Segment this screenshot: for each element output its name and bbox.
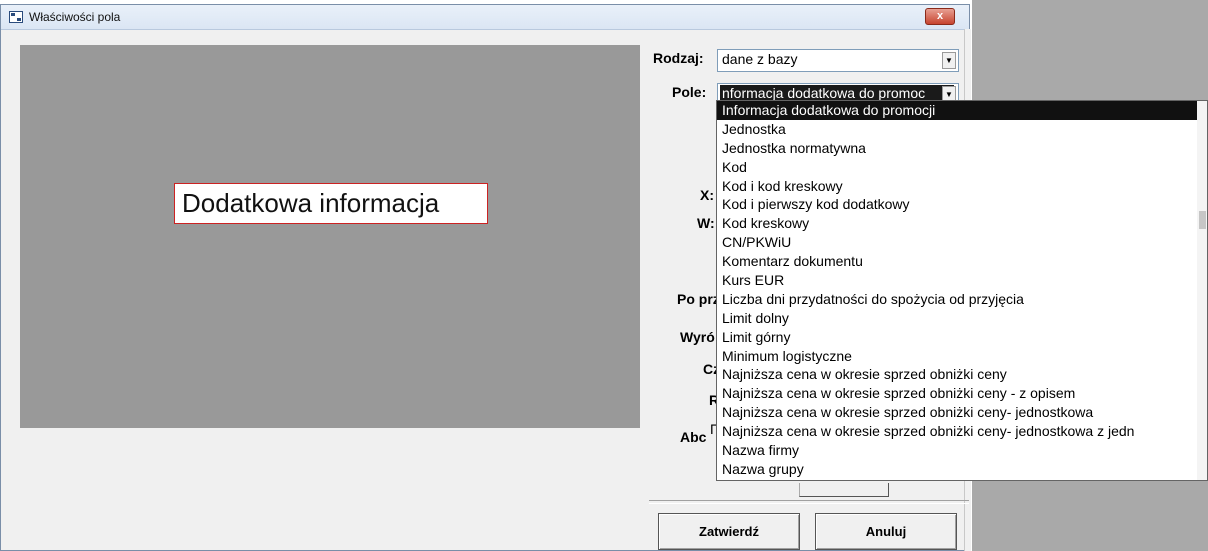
abc-label: Abc [680,429,707,445]
dropdown-item[interactable]: Minimum logistyczne [717,347,1207,366]
dropdown-item[interactable]: Kod [717,158,1207,177]
dropdown-item[interactable]: Komentarz dokumentu [717,252,1207,271]
dropdown-item[interactable]: Najniższa cena w okresie sprzed obniżki … [717,384,1207,403]
dropdown-item[interactable]: Informacja dodatkowa do promocji [717,101,1207,120]
dropdown-item[interactable]: Nazwa firmy [717,441,1207,460]
w-label: W: [697,215,715,231]
pole-dropdown-list[interactable]: Informacja dodatkowa do promocji Jednostk… [716,100,1208,481]
dropdown-item[interactable]: Kurs EUR [717,271,1207,290]
preview-field-label[interactable]: Dodatkowa informacja [174,183,488,224]
po-przydatnosci-label: Po prz [677,291,720,307]
preview-field-text: Dodatkowa informacja [182,188,440,218]
confirm-button-label: Zatwierdź [699,524,759,539]
app-icon [9,11,23,23]
close-button[interactable]: x [925,8,955,25]
x-label: X: [700,187,714,203]
confirm-button[interactable]: Zatwierdź [658,513,800,550]
scrollbar-thumb[interactable] [1199,211,1206,229]
cancel-button[interactable]: Anuluj [815,513,957,550]
rodzaj-select[interactable]: dane z bazy ▼ [717,49,959,72]
dropdown-item[interactable]: Najniższa cena w okresie sprzed obniżki … [717,365,1207,384]
dropdown-item[interactable]: CN/PKWiU [717,233,1207,252]
dropdown-items: Informacja dodatkowa do promocji Jednostk… [717,101,1207,479]
dropdown-item[interactable]: Jednostka normatywna [717,139,1207,158]
pole-label: Pole: [672,84,707,100]
dropdown-item[interactable]: Nazwa grupy [717,460,1207,479]
dropdown-item[interactable]: Kod i kod kreskowy [717,177,1207,196]
preview-canvas[interactable]: Dodatkowa informacja [20,45,640,428]
chevron-down-icon[interactable]: ▼ [942,52,956,69]
dropdown-item[interactable]: Kod i pierwszy kod dodatkowy [717,195,1207,214]
dropdown-item[interactable]: Najniższa cena w okresie sprzed obniżki … [717,422,1207,441]
dropdown-item[interactable]: Limit górny [717,328,1207,347]
dropdown-item[interactable]: Jednostka [717,120,1207,139]
hidden-button[interactable] [799,483,889,497]
dropdown-scrollbar[interactable] [1197,101,1207,480]
window-title: Właściwości pola [29,10,121,24]
dropdown-item[interactable]: Limit dolny [717,309,1207,328]
wyroznienie-label: Wyró [680,329,715,345]
dropdown-item[interactable]: Kod kreskowy [717,214,1207,233]
dropdown-item[interactable]: Liczba dni przydatności do spożycia od p… [717,290,1207,309]
pole-value: nformacja dodatkowa do promoc [720,85,954,101]
dropdown-item[interactable]: Najniższa cena w okresie sprzed obniżki … [717,403,1207,422]
rodzaj-label: Rodzaj: [653,50,704,66]
rodzaj-value: dane z bazy [722,51,798,67]
cancel-button-label: Anuluj [865,524,907,539]
separator [649,500,969,504]
title-bar[interactable]: Właściwości pola x [1,5,969,30]
